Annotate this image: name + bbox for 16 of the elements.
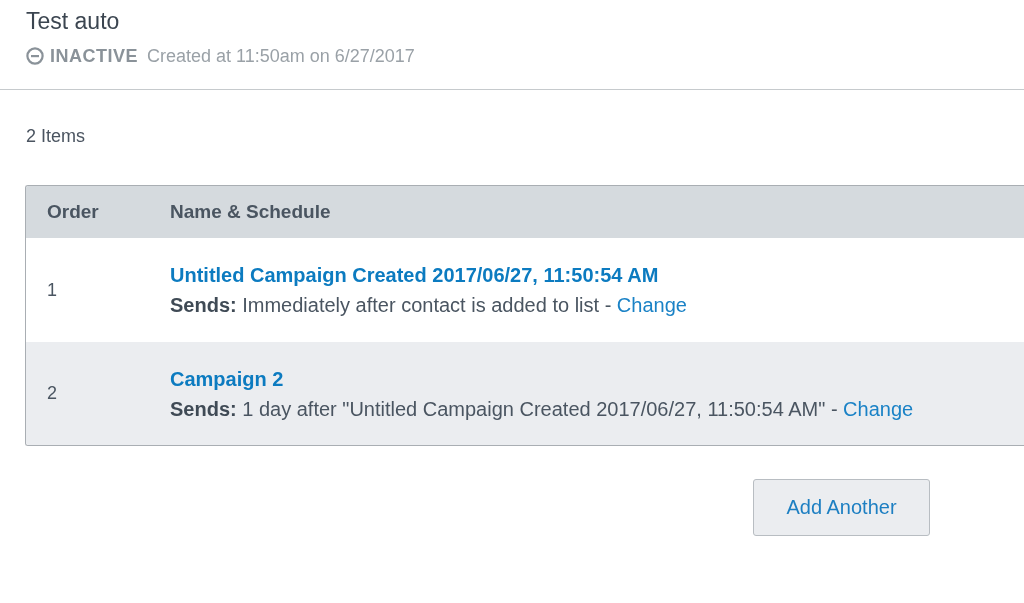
column-header: Order: [46, 201, 99, 223]
campaign-link[interactable]: Untitled Campaign Created 2017/06/27, 11:50:54 AM: [170, 260, 659, 290]
automation-title: Test auto: [26, 7, 121, 36]
created-date: Created at 11:50am on 6/27/2017: [147, 45, 415, 67]
change-link[interactable]: Change: [616, 294, 687, 316]
change-link[interactable]: Change: [843, 397, 914, 420]
add-another-button[interactable]: Add Another: [753, 479, 930, 536]
item-count: 2 Items: [26, 125, 86, 147]
order-number: 2: [46, 383, 57, 404]
minus-circle-icon: [26, 47, 44, 65]
campaign-link[interactable]: Campaign 2: [170, 363, 284, 394]
schedule-text: Sends: 1 day after "Untitled Campaign Created 2017/06/27, 11:50:54 AM" - Change: [170, 396, 914, 422]
schedule-text: Sends: Immediately after contact is added to list - Change: [170, 293, 687, 318]
status-label: INACTIVE: [50, 45, 138, 67]
order-number: 1: [46, 279, 57, 301]
column-header: Name & Schedule: [170, 201, 331, 223]
